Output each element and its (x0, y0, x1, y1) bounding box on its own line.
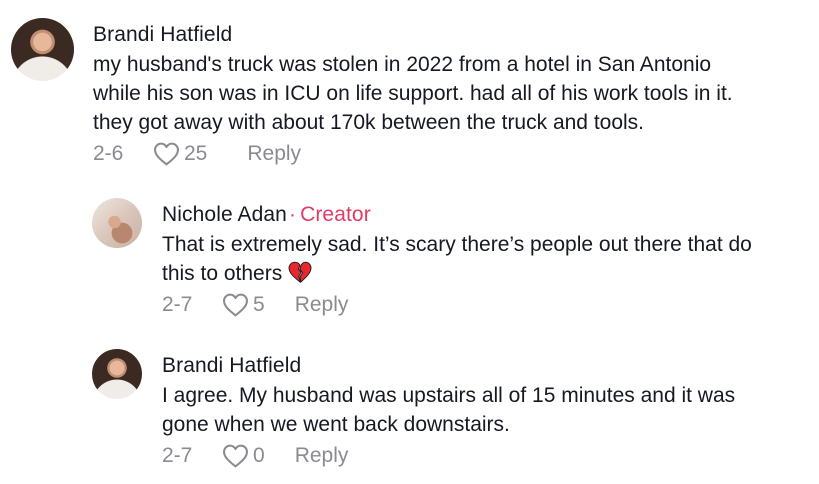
reply-date: 2-7 (162, 293, 193, 316)
heart-icon[interactable] (153, 142, 180, 166)
comment-body: Brandi Hatfield my husband's truck was s… (93, 22, 733, 168)
reply-text-line: this to others (162, 259, 752, 288)
avatar[interactable] (92, 349, 142, 399)
reply-date: 2-7 (162, 444, 193, 467)
like-count: 5 (253, 293, 265, 316)
reply-text-line: I agree. My husband was upstairs all of … (162, 384, 736, 407)
broken-heart-icon (288, 261, 312, 283)
reply-text: That is extremely sad. It’s scary there’… (162, 230, 752, 288)
reply-body: Nichole Adan· Creator That is extremely s… (162, 202, 752, 319)
comment-username[interactable]: Brandi Hatfield (93, 22, 733, 48)
reply-username[interactable]: Brandi Hatfield (162, 353, 735, 379)
reply-text: I agree. My husband was upstairs all of … (162, 381, 735, 439)
like-button[interactable]: 0 (222, 442, 265, 470)
reply-button[interactable]: Reply (295, 291, 349, 319)
reply-text-line: gone when we went back downstairs. (162, 413, 510, 436)
avatar[interactable] (92, 198, 142, 248)
reply-username: Nichole Adan· Creator (162, 202, 752, 228)
reply-text-line: That is extremely sad. It’s scary there’… (162, 233, 752, 256)
like-count: 25 (184, 142, 208, 165)
heart-icon[interactable] (222, 444, 249, 468)
reply-item: Nichole Adan· Creator That is extremely s… (92, 198, 752, 319)
comment-text: my husband's truck was stolen in 2022 fr… (93, 50, 733, 137)
reply-body: Brandi Hatfield I agree. My husband was … (162, 353, 735, 470)
like-button[interactable]: 25 (153, 140, 207, 168)
avatar[interactable] (11, 18, 74, 81)
comment-date: 2-6 (93, 142, 124, 165)
reply-button[interactable]: Reply (247, 140, 301, 168)
like-count: 0 (253, 444, 265, 467)
reply-button[interactable]: Reply (295, 442, 349, 470)
comment-item: Brandi Hatfield my husband's truck was s… (11, 18, 733, 168)
reply-meta: 2-7 0 Reply (162, 442, 735, 470)
comment-text-line: my husband's truck was stolen in 2022 fr… (93, 53, 712, 76)
like-button[interactable]: 5 (222, 291, 265, 319)
comment-text-line: they got away with about 170k between th… (93, 111, 645, 134)
reply-item: Brandi Hatfield I agree. My husband was … (92, 349, 735, 470)
heart-icon[interactable] (222, 293, 249, 317)
reply-text-fragment: this to others (162, 262, 283, 285)
creator-separator: · (288, 203, 297, 226)
reply-meta: 2-7 5 Reply (162, 291, 752, 319)
comment-text-line: while his son was in ICU on life support… (93, 82, 733, 105)
creator-badge: Creator (300, 203, 371, 226)
reply-username-text[interactable]: Nichole Adan (162, 203, 287, 226)
comment-meta: 2-6 25 Reply (93, 140, 733, 168)
